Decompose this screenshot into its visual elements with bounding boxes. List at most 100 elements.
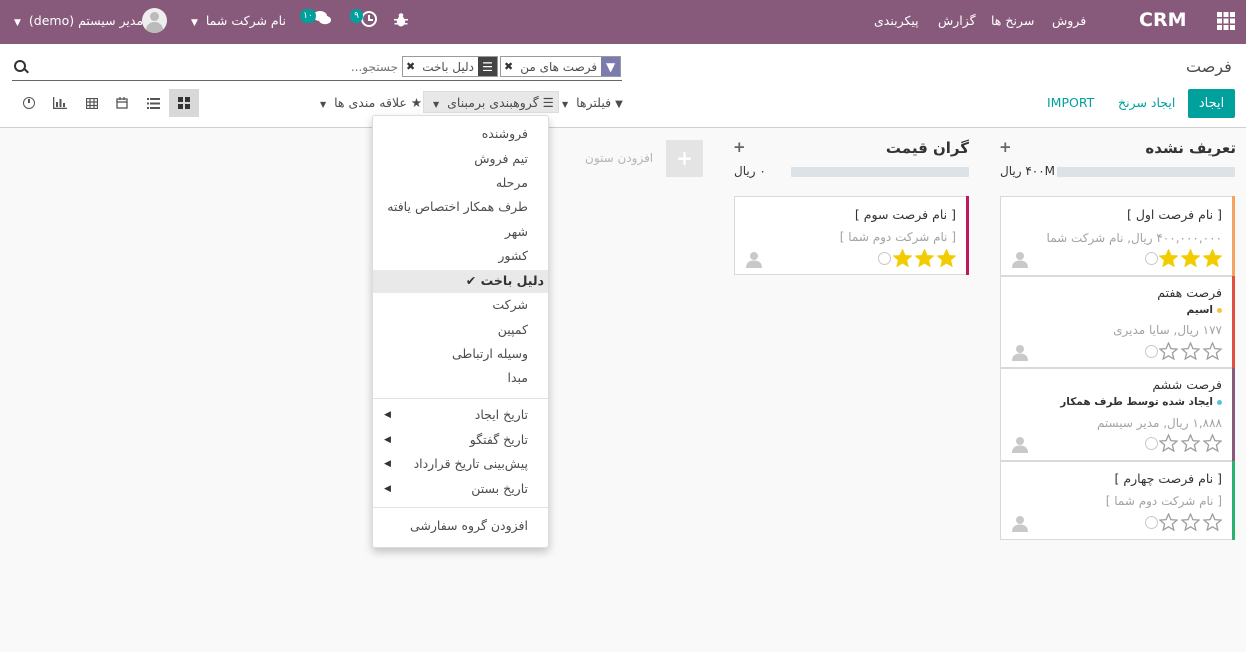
menu-configuration[interactable]: پیکربندی bbox=[874, 13, 919, 28]
groupby-item-campaign[interactable]: کمپین bbox=[498, 322, 528, 337]
star-empty-icon[interactable] bbox=[1159, 434, 1178, 452]
card-subtitle: ۴۰۰,۰۰۰,۰۰۰ ریال, نام شرکت شما bbox=[1046, 231, 1222, 245]
activity-clock-icon[interactable] bbox=[878, 252, 891, 265]
facet-value: دلیل باخت bbox=[422, 59, 474, 74]
card-color-edge bbox=[1232, 276, 1235, 368]
kanban-card[interactable]: [ نام فرصت سوم ] [ نام شرکت دوم شما ] bbox=[734, 196, 969, 275]
column-total: ۰ ریال bbox=[734, 164, 766, 178]
activity-clock-icon[interactable] bbox=[1145, 252, 1158, 265]
star-empty-icon[interactable] bbox=[1181, 434, 1200, 452]
groupby-label: گروهبندی برمبنای bbox=[447, 95, 539, 110]
kanban-view-button[interactable] bbox=[169, 89, 199, 117]
debug-bug-icon[interactable] bbox=[394, 12, 408, 28]
company-switcher[interactable]: ▼ نام شرکت شما bbox=[191, 13, 286, 28]
activity-clock-icon[interactable] bbox=[361, 11, 377, 27]
add-custom-group[interactable]: افزودن گروه سفارشی bbox=[410, 518, 528, 533]
groupby-item-salesperson[interactable]: فروشنده bbox=[482, 126, 528, 141]
activity-view-button[interactable] bbox=[14, 89, 44, 117]
user-menu[interactable]: ▼ مدیر سیستم (demo) bbox=[14, 13, 143, 28]
groupby-item-sales-team[interactable]: تیم فروش bbox=[474, 151, 528, 166]
menu-reporting[interactable]: گزارش bbox=[938, 13, 976, 28]
check-icon: ✔ bbox=[465, 273, 477, 288]
groupby-item-create-date[interactable]: تاریخ ایجاد bbox=[475, 407, 528, 422]
add-column-label[interactable]: افزودن ستون bbox=[585, 151, 653, 165]
kanban-card[interactable]: فرصت هفتم اسیم ۱۷۷ ریال, سایا مدیری bbox=[1000, 276, 1235, 368]
star-empty-icon[interactable] bbox=[1203, 434, 1222, 452]
salesperson-avatar bbox=[1011, 251, 1029, 268]
star-filled-icon[interactable] bbox=[915, 249, 934, 267]
star-empty-icon[interactable] bbox=[1181, 513, 1200, 531]
filter-icon: ▼ bbox=[601, 57, 620, 76]
star-filled-icon[interactable] bbox=[893, 249, 912, 267]
apps-grid-icon[interactable] bbox=[1217, 12, 1235, 30]
kanban-card[interactable]: فرصت ششم ایجاد شده توسط طرف همکار ۱,۸۸۸ … bbox=[1000, 368, 1235, 461]
filters-dropdown[interactable]: ▼ فیلترها ▼ bbox=[562, 95, 623, 110]
user-avatar[interactable] bbox=[142, 8, 167, 33]
caret-down-icon: ▼ bbox=[562, 100, 569, 109]
groupby-item-expected-closing[interactable]: پیش‌بینی تاریخ قرارداد bbox=[414, 456, 528, 471]
favorites-dropdown[interactable]: ▼ علاقه مندی ها ★ bbox=[320, 95, 422, 110]
groupby-item-assigned-partner[interactable]: طرف همکار اختصاص یافته bbox=[387, 199, 528, 214]
menu-sales[interactable]: فروش bbox=[1052, 13, 1086, 28]
column-title-expensive[interactable]: گران قیمت bbox=[886, 139, 969, 157]
star-empty-icon[interactable] bbox=[1203, 342, 1222, 360]
activity-clock-icon[interactable] bbox=[1145, 437, 1158, 450]
activity-clock-icon[interactable] bbox=[1145, 516, 1158, 529]
card-color-edge bbox=[1232, 368, 1235, 461]
groupby-item-lost-reason[interactable]: دلیل باخت ✔ bbox=[466, 273, 544, 288]
priority-stars[interactable] bbox=[893, 249, 956, 267]
card-title: [ نام فرصت اول ] bbox=[1126, 207, 1222, 222]
kanban-card[interactable]: [ نام فرصت چهارم ] [ نام شرکت دوم شما ] bbox=[1000, 461, 1235, 540]
groupby-item-source[interactable]: مبدا bbox=[507, 370, 528, 385]
groupby-item-closed-date[interactable]: تاریخ بستن bbox=[471, 481, 528, 496]
favorites-label: علاقه مندی ها bbox=[334, 95, 407, 110]
groupby-item-conversation-date[interactable]: تاریخ گفتگو bbox=[470, 432, 528, 447]
add-card-button[interactable]: + bbox=[733, 138, 746, 156]
column-title-undefined[interactable]: تعریف نشده bbox=[1145, 139, 1236, 157]
remove-facet-icon[interactable]: ✖ bbox=[501, 60, 516, 73]
caret-left-icon: ◀ bbox=[384, 459, 391, 469]
groupby-item-city[interactable]: شهر bbox=[505, 224, 528, 239]
create-button[interactable]: ایجاد bbox=[1188, 89, 1235, 118]
star-empty-icon[interactable] bbox=[1203, 513, 1222, 531]
groupby-item-medium[interactable]: وسیله ارتباطی bbox=[452, 346, 528, 361]
calendar-view-button[interactable] bbox=[107, 89, 137, 117]
kanban-card[interactable]: [ نام فرصت اول ] ۴۰۰,۰۰۰,۰۰۰ ریال, نام ش… bbox=[1000, 196, 1235, 276]
star-icon: ★ bbox=[410, 95, 423, 110]
search-input[interactable] bbox=[120, 58, 398, 76]
groupby-dropdown[interactable]: ▼ گروهبندی برمبنای ☰ bbox=[423, 91, 559, 113]
groupby-item-stage[interactable]: مرحله bbox=[496, 175, 528, 190]
chevron-down-icon: ▼ bbox=[14, 18, 21, 28]
menu-leads[interactable]: سرنخ ها bbox=[991, 13, 1034, 28]
create-lead-button[interactable]: ایجاد سرنخ bbox=[1118, 95, 1175, 110]
list-view-button[interactable] bbox=[138, 89, 168, 117]
priority-stars[interactable] bbox=[1159, 513, 1222, 531]
star-filled-icon[interactable] bbox=[937, 249, 956, 267]
groupby-item-company[interactable]: شرکت bbox=[492, 297, 528, 312]
app-title[interactable]: CRM bbox=[1139, 9, 1186, 31]
pivot-view-button[interactable] bbox=[77, 89, 107, 117]
star-filled-icon[interactable] bbox=[1203, 249, 1222, 267]
caret-left-icon: ◀ bbox=[384, 435, 391, 445]
priority-stars[interactable] bbox=[1159, 434, 1222, 452]
star-filled-icon[interactable] bbox=[1181, 249, 1200, 267]
groupby-item-country[interactable]: کشور bbox=[498, 248, 528, 263]
column-progress-bar[interactable] bbox=[1057, 167, 1235, 177]
priority-stars[interactable] bbox=[1159, 249, 1222, 267]
star-empty-icon[interactable] bbox=[1181, 342, 1200, 360]
card-title: فرصت ششم bbox=[1152, 377, 1222, 392]
add-card-button[interactable]: + bbox=[999, 138, 1012, 156]
activity-clock-icon[interactable] bbox=[1145, 345, 1158, 358]
column-progress-bar[interactable] bbox=[791, 167, 969, 177]
remove-facet-icon[interactable]: ✖ bbox=[403, 60, 418, 73]
add-column-button[interactable]: + bbox=[666, 140, 703, 177]
star-filled-icon[interactable] bbox=[1159, 249, 1178, 267]
graph-view-button[interactable] bbox=[45, 89, 75, 117]
star-empty-icon[interactable] bbox=[1159, 342, 1178, 360]
chat-count-badge: ۱۰ bbox=[300, 9, 316, 23]
card-color-edge bbox=[1232, 196, 1235, 276]
priority-stars[interactable] bbox=[1159, 342, 1222, 360]
menu-divider bbox=[373, 398, 548, 399]
import-button[interactable]: IMPORT bbox=[1047, 95, 1094, 110]
star-empty-icon[interactable] bbox=[1159, 513, 1178, 531]
